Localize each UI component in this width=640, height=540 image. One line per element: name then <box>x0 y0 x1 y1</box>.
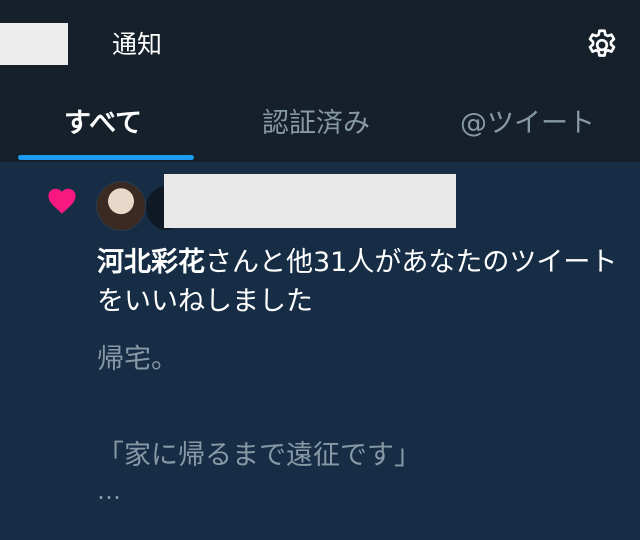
gear-icon[interactable] <box>584 27 620 63</box>
actor-avatar[interactable] <box>96 181 146 231</box>
redacted-avatars <box>164 174 456 228</box>
tweet-ellipsis: … <box>97 477 121 505</box>
page-title: 通知 <box>112 30 163 59</box>
tab-all[interactable]: すべて <box>64 106 142 142</box>
tweet-line: 「家に帰るまで遠征です」 <box>97 440 421 471</box>
notification-tabs: すべて 認証済み @ツイート <box>0 96 640 162</box>
tab-mentions[interactable]: @ツイート <box>460 106 595 142</box>
top-header: 通知 すべて 認証済み @ツイート <box>0 0 640 162</box>
tweet-preview[interactable]: 帰宅。 「家に帰るまで遠征です」 … <box>97 340 627 516</box>
active-tab-indicator <box>18 155 194 160</box>
notification-message[interactable]: 河北彩花さんと他31人があなたのツイートをいいねしました <box>97 243 627 321</box>
heart-icon <box>46 185 78 215</box>
actor-name[interactable]: 河北彩花 <box>97 247 205 278</box>
tab-verified[interactable]: 認証済み <box>262 106 370 142</box>
tweet-line: 帰宅。 <box>97 344 178 375</box>
profile-avatar-redacted[interactable] <box>0 23 68 65</box>
